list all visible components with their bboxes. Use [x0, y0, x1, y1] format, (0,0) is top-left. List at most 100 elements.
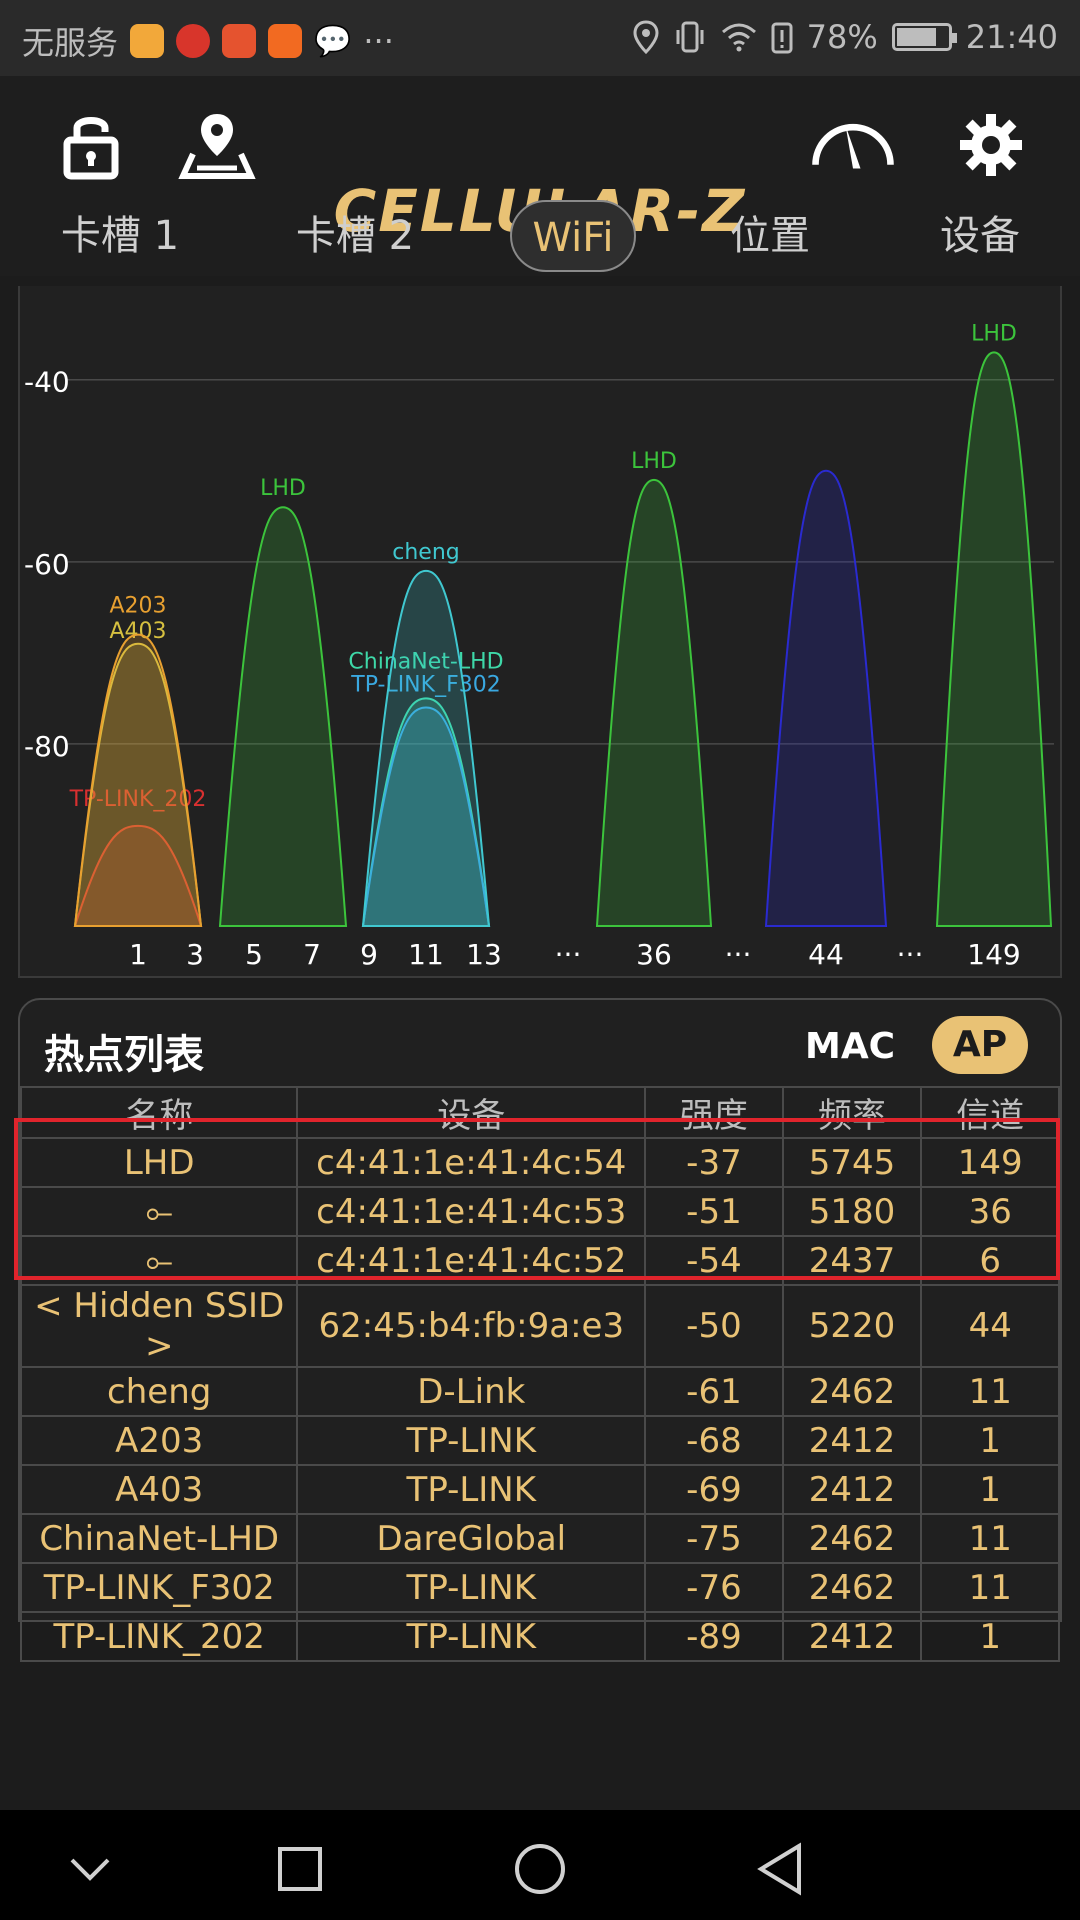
tab-device[interactable]: 设备: [910, 200, 1050, 272]
x-tick-label: 5: [245, 938, 263, 971]
x-tick-label: ···: [897, 938, 924, 971]
series-label: LHD: [631, 449, 677, 474]
tab-wifi[interactable]: WiFi: [510, 200, 636, 272]
x-tick-label: 1: [129, 938, 147, 971]
row-strength: -50: [644, 1284, 784, 1368]
recents-button[interactable]: [265, 1834, 335, 1904]
row-channel: 11: [920, 1513, 1060, 1564]
row-name: cheng: [19, 1366, 299, 1417]
x-tick-label: 11: [408, 938, 444, 971]
table-row[interactable]: < Hidden SSID >62:45:b4:fb:9a:e3 -50 5220 4…: [19, 1284, 1060, 1368]
series-label: LHD: [260, 476, 306, 501]
y-tick-label: -80: [24, 730, 70, 763]
chart-canvas: -40-60-801 3 5 7 9 11 13 ··· 36 ··· 44 ··· 149TP-LIN…: [24, 321, 1054, 971]
header-channel: 信道: [920, 1086, 1060, 1139]
app-red-icon: [176, 24, 211, 58]
x-tick-label: 36: [636, 938, 672, 971]
x-tick-label: 44: [808, 938, 844, 971]
status-bar: 无服务 💬 ··· 78% 21:40: [0, 0, 1080, 76]
row-frequency: 2462: [781, 1513, 923, 1564]
back-button[interactable]: [745, 1834, 815, 1904]
row-frequency: 2412: [781, 1611, 923, 1662]
table-row[interactable]: TP-LINK_F302 TP-LINK -76 2462 11: [19, 1562, 1060, 1613]
series-label: LHD: [971, 321, 1017, 346]
series-label: cheng: [392, 540, 459, 565]
row-name: TP-LINK_202: [19, 1611, 299, 1662]
app-orange-icon: [222, 24, 257, 58]
row-strength: -68: [644, 1415, 784, 1466]
row-channel: 6: [920, 1235, 1060, 1286]
row-channel: 11: [920, 1366, 1060, 1417]
row-frequency: 2462: [781, 1366, 923, 1417]
row-channel: 44: [920, 1284, 1060, 1368]
circle-icon: [515, 1844, 565, 1894]
row-frequency: 2437: [781, 1235, 923, 1286]
row-channel: 1: [920, 1611, 1060, 1662]
more-notifications: ···: [363, 22, 394, 60]
hide-nav-button[interactable]: [55, 1834, 125, 1904]
hotspot-table: 名称 设备 强度 频率 信道 LHD c4:41:1e:41:4c:54 -37 57…: [19, 1086, 1060, 1662]
row-name: LHD: [19, 1137, 299, 1188]
table-row[interactable]: A403 TP-LINK -69 2412 1: [19, 1464, 1060, 1515]
table-row[interactable]: TP-LINK_202 TP-LINK -89 2412 1: [19, 1611, 1060, 1662]
row-device: c4:41:1e:41:4c:53: [296, 1186, 647, 1237]
row-frequency: 5220: [781, 1284, 923, 1368]
wifi-channel-chart: -40 -60 -80 1 3 5 7 9 11 13 ··· 36 ··· 44 ··· 149 TP-LIN…: [18, 286, 1062, 978]
speedtest-button[interactable]: [808, 100, 898, 190]
clock: 21:40: [965, 18, 1058, 56]
row-frequency: 2412: [781, 1464, 923, 1515]
ap-toggle-button[interactable]: AP: [932, 1016, 1028, 1074]
home-button[interactable]: [505, 1834, 575, 1904]
table-row[interactable]: cheng D-Link -61 2462 11: [19, 1366, 1060, 1417]
tab-slot-2[interactable]: 卡槽 2: [275, 200, 435, 272]
location-icon: [633, 20, 659, 54]
row-name: < Hidden SSID >: [19, 1284, 299, 1368]
battery-alert-icon: [771, 22, 793, 54]
header-device: 设备: [296, 1086, 647, 1139]
table-row[interactable]: LHD c4:41:1e:41:4c:54 -37 5745 149: [19, 1137, 1060, 1188]
back-triangle-icon: [757, 1842, 801, 1896]
x-tick-label: 3: [186, 938, 204, 971]
row-device: TP-LINK: [296, 1415, 647, 1466]
x-tick-label: ···: [555, 938, 582, 971]
row-frequency: 5180: [781, 1186, 923, 1237]
signal-curve-LHD: [935, 351, 1053, 927]
row-strength: -89: [644, 1611, 784, 1662]
battery-percent: 78%: [806, 18, 878, 56]
row-channel: 1: [920, 1464, 1060, 1515]
table-row[interactable]: A203 TP-LINK -68 2412 1: [19, 1415, 1060, 1466]
gear-icon: [960, 114, 1022, 176]
mac-toggle-button[interactable]: MAC: [805, 1026, 895, 1067]
signal-curve-cheng: [361, 569, 491, 927]
x-tick-label: 13: [466, 938, 502, 971]
taobao-icon: [268, 24, 303, 58]
gauge-icon: [812, 123, 894, 169]
tab-location[interactable]: 位置: [700, 200, 840, 272]
row-strength: -69: [644, 1464, 784, 1515]
wifi-icon: [721, 23, 756, 52]
row-strength: -61: [644, 1366, 784, 1417]
weibo-icon: [130, 24, 165, 58]
x-tick-label: 9: [360, 938, 378, 971]
settings-button[interactable]: [946, 100, 1036, 190]
row-device: DareGlobal: [296, 1513, 647, 1564]
table-header-row: 名称 设备 强度 频率 信道: [19, 1086, 1060, 1139]
battery-icon: [891, 23, 957, 51]
table-row[interactable]: ⟜ c4:41:1e:41:4c:52 -54 2437 6: [19, 1235, 1060, 1286]
table-row[interactable]: ⟜ c4:41:1e:41:4c:53 -51 5180 36: [19, 1186, 1060, 1237]
row-frequency: 2412: [781, 1415, 923, 1466]
row-channel: 36: [920, 1186, 1060, 1237]
unlock-icon: [63, 117, 119, 180]
tab-bar: 卡槽 1 卡槽 2 WiFi 位置 设备: [0, 190, 1080, 280]
row-strength: -76: [644, 1562, 784, 1613]
row-device: TP-LINK: [296, 1464, 647, 1515]
table-row[interactable]: ChinaNet-LHD DareGlobal -75 2462 11: [19, 1513, 1060, 1564]
map-button[interactable]: [172, 100, 262, 190]
lock-button[interactable]: [46, 100, 136, 190]
row-name: ChinaNet-LHD: [19, 1513, 299, 1564]
header-frequency: 频率: [781, 1086, 923, 1139]
tab-slot-1[interactable]: 卡槽 1: [40, 200, 200, 272]
row-name: ⟜: [19, 1186, 299, 1237]
y-tick-label: -60: [24, 548, 70, 581]
row-device: D-Link: [296, 1366, 647, 1417]
